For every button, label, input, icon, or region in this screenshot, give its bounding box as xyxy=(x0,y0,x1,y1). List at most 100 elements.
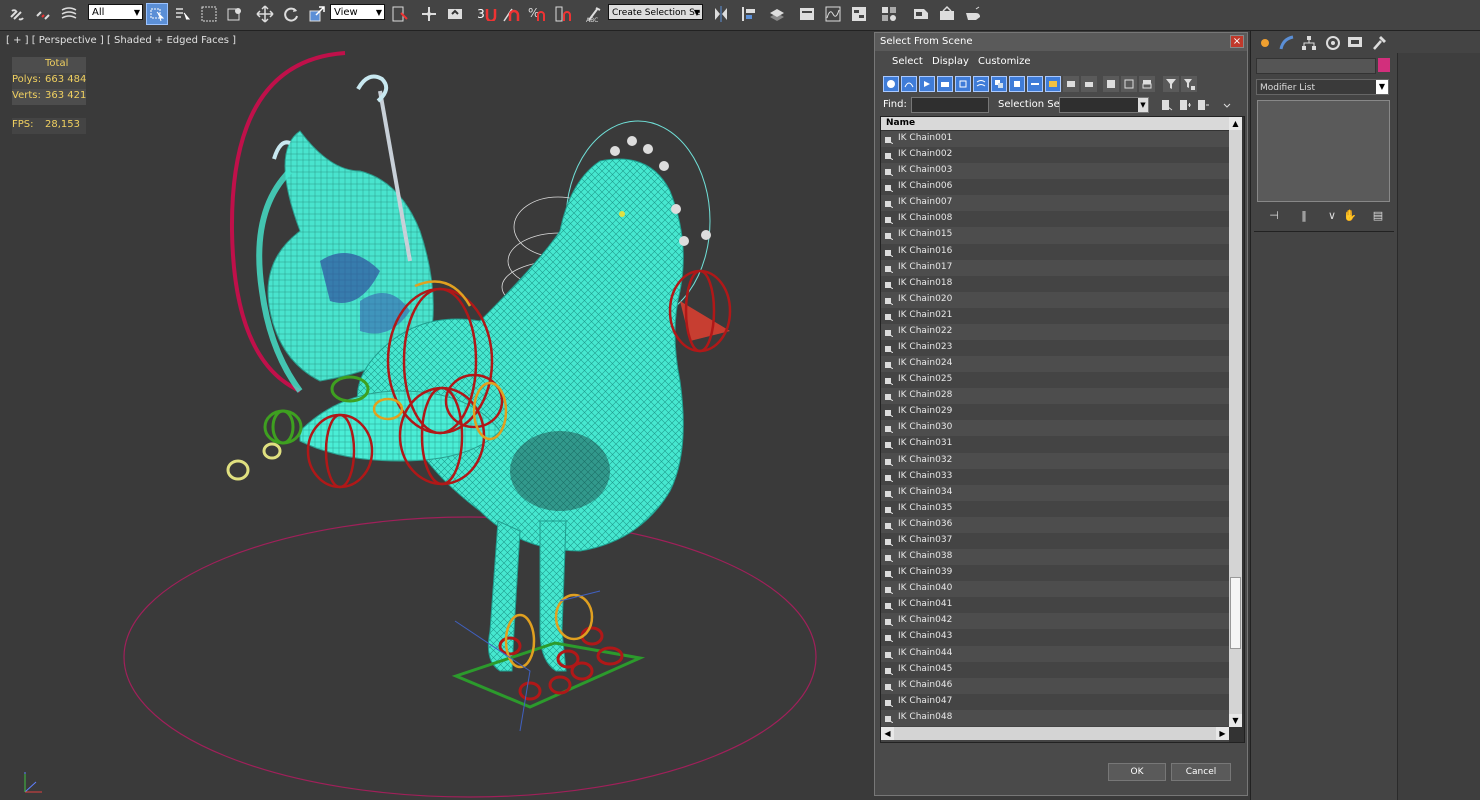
rotate-icon[interactable] xyxy=(280,3,302,25)
scroll-thumb[interactable] xyxy=(1230,577,1241,649)
list-item[interactable]: IK Chain023 xyxy=(881,340,1229,357)
scroll-left-icon[interactable]: ◀ xyxy=(881,727,894,740)
menu-customize[interactable]: Customize xyxy=(978,56,1031,67)
configure-modifier-sets-icon[interactable]: ▤ xyxy=(1370,207,1386,223)
motion-tab-icon[interactable] xyxy=(1323,33,1343,53)
create-selection-set-icon[interactable] xyxy=(1159,97,1175,113)
cancel-button[interactable]: Cancel xyxy=(1171,763,1231,781)
show-end-result-icon[interactable]: ‖ xyxy=(1296,207,1312,223)
find-input[interactable] xyxy=(911,97,989,113)
vertical-scrollbar[interactable]: ▲ ▼ xyxy=(1229,117,1242,727)
mirror-icon[interactable] xyxy=(710,3,732,25)
list-item[interactable]: IK Chain029 xyxy=(881,404,1229,421)
toggle-scene-explorer-icon[interactable] xyxy=(796,3,818,25)
filter-icon[interactable] xyxy=(1163,76,1179,92)
list-item[interactable]: IK Chain003 xyxy=(881,163,1229,180)
manage-layers-icon[interactable] xyxy=(766,3,788,25)
filter-options-icon[interactable] xyxy=(1181,76,1197,92)
schematic-view-icon[interactable] xyxy=(848,3,870,25)
list-item[interactable]: IK Chain008 xyxy=(881,211,1229,228)
list-item[interactable]: IK Chain020 xyxy=(881,291,1229,308)
select-and-link-icon[interactable] xyxy=(6,3,28,25)
list-item[interactable]: IK Chain044 xyxy=(881,645,1229,662)
percent-snap-icon[interactable]: % xyxy=(526,3,548,25)
menu-display[interactable]: Display xyxy=(932,56,969,67)
snaps-toggle-icon[interactable]: 3 xyxy=(474,3,500,25)
display-space-warps-icon[interactable] xyxy=(973,76,989,92)
render-production-icon[interactable] xyxy=(962,3,984,25)
object-color-swatch[interactable] xyxy=(1378,58,1390,72)
named-selection-set-dropdown[interactable]: Create Selection Se ▼ xyxy=(608,4,703,20)
scroll-up-icon[interactable]: ▲ xyxy=(1229,117,1242,130)
display-groups-icon[interactable] xyxy=(991,76,1007,92)
list-item[interactable]: IK Chain025 xyxy=(881,372,1229,389)
window-crossing-icon[interactable] xyxy=(224,3,246,25)
select-and-manipulate-icon[interactable] xyxy=(418,3,440,25)
curve-editor-icon[interactable] xyxy=(822,3,844,25)
edit-named-selection-icon[interactable]: ABC xyxy=(584,3,606,25)
select-object-icon[interactable] xyxy=(146,3,168,25)
list-item[interactable]: IK Chain007 xyxy=(881,195,1229,212)
render-setup-icon[interactable] xyxy=(910,3,932,25)
unlink-selection-icon[interactable] xyxy=(32,3,54,25)
list-item[interactable]: IK Chain024 xyxy=(881,356,1229,373)
list-item[interactable]: IK Chain017 xyxy=(881,259,1229,276)
display-frozen-icon[interactable] xyxy=(1063,76,1079,92)
list-item[interactable]: IK Chain038 xyxy=(881,549,1229,566)
list-item[interactable]: IK Chain002 xyxy=(881,147,1229,164)
list-item[interactable]: IK Chain037 xyxy=(881,532,1229,550)
list-item[interactable]: IK Chain034 xyxy=(881,484,1229,501)
list-item[interactable]: IK Chain041 xyxy=(881,597,1229,614)
display-geometry-icon[interactable] xyxy=(883,76,899,92)
list-item[interactable]: IK Chain033 xyxy=(881,468,1229,485)
list-item[interactable]: IK Chain047 xyxy=(881,693,1229,710)
list-item[interactable]: IK Chain032 xyxy=(881,452,1229,469)
scale-icon[interactable] xyxy=(306,3,328,25)
list-item[interactable]: IK Chain021 xyxy=(881,307,1229,324)
modifier-list-dropdown[interactable]: Modifier List ▼ xyxy=(1256,79,1389,95)
add-to-selection-set-icon[interactable] xyxy=(1177,97,1193,113)
subtract-from-selection-set-icon[interactable] xyxy=(1195,97,1211,113)
make-unique-icon[interactable]: ∨ xyxy=(1324,207,1340,223)
list-item[interactable]: IK Chain001 xyxy=(881,131,1229,148)
selection-filter-dropdown[interactable]: All ▼ xyxy=(88,4,143,20)
scroll-down-icon[interactable]: ▼ xyxy=(1229,714,1242,727)
display-tab-icon[interactable] xyxy=(1345,33,1365,53)
dialog-title-bar[interactable]: Select From Scene × xyxy=(875,33,1247,51)
select-invert-icon[interactable] xyxy=(1139,76,1155,92)
modify-tab-icon[interactable] xyxy=(1277,33,1297,53)
create-tab-sun-icon[interactable] xyxy=(1255,33,1275,53)
list-item[interactable]: IK Chain043 xyxy=(881,629,1229,646)
list-item[interactable]: IK Chain036 xyxy=(881,516,1229,533)
list-item[interactable]: IK Chain022 xyxy=(881,323,1229,341)
rectangular-selection-icon[interactable] xyxy=(198,3,220,25)
display-shapes-icon[interactable] xyxy=(901,76,917,92)
bind-to-space-warp-icon[interactable] xyxy=(58,3,80,25)
toolbar-overflow-chevron-down-icon[interactable] xyxy=(1219,97,1235,113)
angle-snap-icon[interactable] xyxy=(500,3,522,25)
list-item[interactable]: IK Chain018 xyxy=(881,275,1229,292)
select-all-icon[interactable] xyxy=(1103,76,1119,92)
select-by-name-icon[interactable] xyxy=(171,3,193,25)
display-xrefs-icon[interactable] xyxy=(1009,76,1025,92)
list-item[interactable]: IK Chain039 xyxy=(881,565,1229,582)
close-icon[interactable]: × xyxy=(1230,35,1244,48)
display-cameras-icon[interactable] xyxy=(937,76,953,92)
viewport-label[interactable]: [ + ] [ Perspective ] [ Shaded + Edged F… xyxy=(6,35,236,46)
remove-modifier-icon[interactable]: ✋ xyxy=(1342,207,1358,223)
rendered-frame-window-icon[interactable] xyxy=(936,3,958,25)
menu-select[interactable]: Select xyxy=(892,56,923,67)
list-item[interactable]: IK Chain030 xyxy=(881,420,1229,437)
display-bones-icon[interactable] xyxy=(1027,76,1043,92)
list-item[interactable]: IK Chain040 xyxy=(881,581,1229,598)
display-containers-icon[interactable] xyxy=(1045,76,1061,92)
selection-set-dropdown[interactable]: ▼ xyxy=(1059,97,1149,113)
list-item[interactable]: IK Chain015 xyxy=(881,227,1229,244)
list-item[interactable]: IK Chain042 xyxy=(881,613,1229,630)
move-icon[interactable] xyxy=(254,3,276,25)
list-item[interactable]: IK Chain031 xyxy=(881,436,1229,453)
display-helpers-icon[interactable] xyxy=(955,76,971,92)
pivot-point-icon[interactable] xyxy=(389,3,411,25)
keyboard-shortcut-override-icon[interactable] xyxy=(444,3,466,25)
display-lights-icon[interactable] xyxy=(919,76,935,92)
